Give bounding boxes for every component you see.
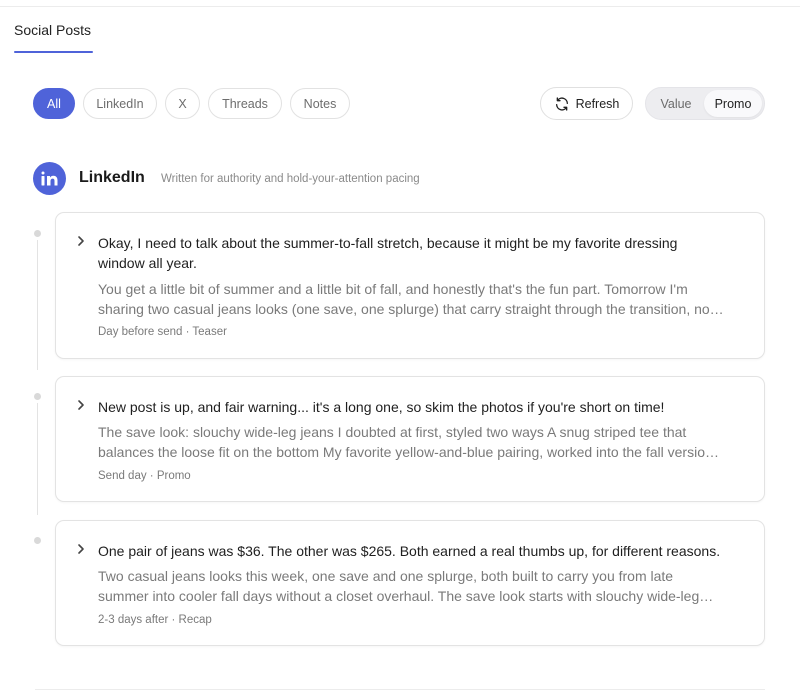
linkedin-icon — [33, 162, 66, 195]
post-meta: Day before send · Teaser — [98, 326, 227, 338]
post-body: Two casual jeans looks this week, one sa… — [98, 566, 750, 606]
chevron-right-icon[interactable] — [76, 397, 86, 418]
timeline-dot — [34, 393, 41, 400]
post-hook-line: window all year. — [98, 255, 197, 271]
post-body-line: The save look: slouchy wide-leg jeans I … — [98, 424, 687, 440]
tab-social-posts[interactable]: Social Posts — [14, 22, 91, 38]
post-hook: One pair of jeans was $36. The other was… — [98, 541, 748, 561]
post-card[interactable]: One pair of jeans was $36. The other was… — [55, 520, 765, 646]
post-body-line: Two casual jeans looks this week, one sa… — [98, 568, 674, 584]
mode-option-promo[interactable]: Promo — [704, 90, 762, 117]
timeline-line — [37, 240, 38, 370]
post-body: You get a little bit of summer and a lit… — [98, 279, 750, 319]
post-hook-line: New post is up, and fair warning... it's… — [98, 399, 665, 415]
platform-description: Written for authority and hold-your-atte… — [161, 173, 420, 185]
filter-chip-threads[interactable]: Threads — [208, 88, 282, 119]
post-hook: Okay, I need to talk about the summer-to… — [98, 233, 748, 273]
timeline-line — [37, 403, 38, 515]
filter-chip-all[interactable]: All — [33, 88, 75, 119]
timeline-dot — [34, 537, 41, 544]
refresh-label: Refresh — [575, 96, 620, 111]
post-body: The save look: slouchy wide-leg jeans I … — [98, 422, 750, 462]
post-body-line: You get a little bit of summer and a lit… — [98, 281, 688, 297]
filter-chip-linkedin[interactable]: LinkedIn — [83, 88, 157, 119]
post-card[interactable]: New post is up, and fair warning... it's… — [55, 376, 765, 502]
filter-chip-notes[interactable]: Notes — [290, 88, 350, 119]
active-tab-indicator — [14, 51, 93, 53]
bottom-divider — [35, 689, 765, 690]
mode-toggle: Value Promo — [645, 87, 765, 120]
filter-chip-x[interactable]: X — [165, 88, 200, 119]
top-divider — [0, 6, 800, 7]
chevron-right-icon[interactable] — [76, 541, 86, 562]
post-body-line: summer into cooler fall days without a c… — [98, 588, 714, 604]
post-body-line: sharing two casual jeans looks (one save… — [98, 301, 724, 317]
refresh-button[interactable]: Refresh — [540, 87, 633, 120]
chevron-right-icon[interactable] — [76, 233, 86, 254]
timeline-dot — [34, 230, 41, 237]
refresh-icon — [554, 96, 570, 112]
mode-option-value[interactable]: Value — [648, 90, 704, 117]
post-hook-line: Okay, I need to talk about the summer-to… — [98, 235, 678, 251]
post-body-line: balances the loose fit on the bottom My … — [98, 444, 719, 460]
post-meta: 2-3 days after · Recap — [98, 614, 212, 626]
post-hook-line: One pair of jeans was $36. The other was… — [98, 543, 721, 559]
post-card[interactable]: Okay, I need to talk about the summer-to… — [55, 212, 765, 359]
platform-title: LinkedIn — [79, 169, 145, 186]
post-hook: New post is up, and fair warning... it's… — [98, 397, 748, 417]
post-meta: Send day · Promo — [98, 470, 191, 482]
